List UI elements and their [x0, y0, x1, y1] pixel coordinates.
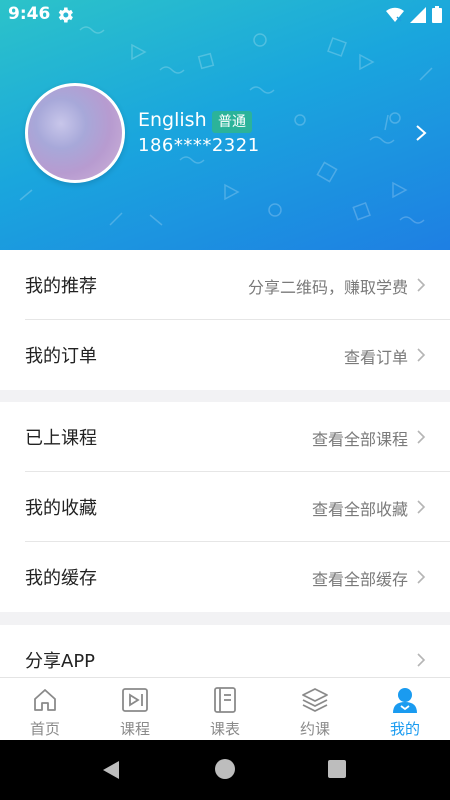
tab-mine[interactable]: 我的 — [360, 678, 450, 740]
user-name: English — [138, 109, 207, 131]
chevron-right-icon — [417, 500, 426, 514]
menu-group-courses: 已上课程 查看全部课程 我的收藏 查看全部收藏 我的缓存 查看全部缓存 — [0, 402, 450, 612]
menu-item-hint: 分享二维码，赚取学费 — [247, 278, 408, 297]
menu-item-label: 分享APP — [25, 651, 96, 672]
avatar[interactable] — [25, 83, 125, 183]
menu-item-label: 我的缓存 — [25, 568, 97, 589]
menu-item-hint: 查看全部课程 — [311, 430, 408, 449]
chevron-right-icon — [417, 653, 426, 667]
menu-item-orders[interactable]: 我的订单 查看订单 — [0, 320, 450, 390]
menu-item-recommend[interactable]: 我的推荐 分享二维码，赚取学费 — [0, 250, 450, 320]
menu-item-share-app[interactable]: 分享APP — [0, 625, 450, 677]
bottom-tab-bar: 首页 课程 课表 约课 我的 — [0, 677, 450, 740]
status-time: 9:46 — [8, 4, 51, 24]
chevron-right-icon — [417, 430, 426, 444]
wifi-icon — [386, 7, 404, 22]
tab-courses[interactable]: 课程 — [90, 678, 180, 740]
menu-item-label: 已上课程 — [25, 428, 97, 449]
tab-label: 首页 — [29, 720, 60, 738]
person-icon — [393, 688, 417, 713]
menu-item-hint: 查看订单 — [343, 348, 408, 367]
profile-header[interactable]: 9:46 English 普通 186****2321 — [0, 0, 450, 250]
member-level-badge: 普通 — [212, 111, 252, 133]
back-icon[interactable] — [101, 760, 121, 780]
tab-schedule[interactable]: 课表 — [180, 678, 270, 740]
status-bar: 9:46 — [0, 0, 450, 30]
recent-apps-icon[interactable] — [328, 760, 346, 778]
system-nav-bar — [0, 740, 450, 800]
chevron-right-icon — [417, 570, 426, 584]
home-icon — [34, 689, 56, 711]
menu-item-favorites[interactable]: 我的收藏 查看全部收藏 — [0, 472, 450, 542]
layers-icon — [302, 688, 328, 712]
chevron-right-icon[interactable] — [414, 123, 428, 143]
battery-icon — [432, 6, 442, 23]
menu-group-referral: 我的推荐 分享二维码，赚取学费 我的订单 查看订单 — [0, 250, 450, 390]
menu-item-label: 我的推荐 — [25, 276, 97, 297]
chevron-right-icon — [417, 278, 426, 292]
user-phone: 186****2321 — [138, 135, 260, 156]
chevron-right-icon — [417, 348, 426, 362]
status-icons — [386, 6, 442, 23]
tab-label: 课程 — [119, 720, 150, 738]
menu-item-attended-courses[interactable]: 已上课程 查看全部课程 — [0, 402, 450, 472]
tab-booking[interactable]: 约课 — [270, 678, 360, 740]
signal-icon — [410, 6, 426, 23]
menu-item-hint: 查看全部收藏 — [311, 500, 408, 519]
menu-group-share: 分享APP — [0, 625, 450, 677]
tab-label: 我的 — [389, 720, 420, 738]
menu-item-label: 我的订单 — [25, 346, 97, 367]
menu-item-hint: 查看全部缓存 — [311, 570, 408, 589]
notebook-icon — [214, 687, 236, 713]
menu-item-label: 我的收藏 — [25, 498, 97, 519]
tab-label: 课表 — [209, 720, 240, 738]
menu-item-cache[interactable]: 我的缓存 查看全部缓存 — [0, 542, 450, 612]
home-circle-icon[interactable] — [215, 759, 235, 779]
settings-gear-icon — [58, 7, 73, 23]
tab-label: 约课 — [299, 720, 330, 738]
video-play-icon — [122, 688, 148, 712]
tab-home[interactable]: 首页 — [0, 678, 90, 740]
